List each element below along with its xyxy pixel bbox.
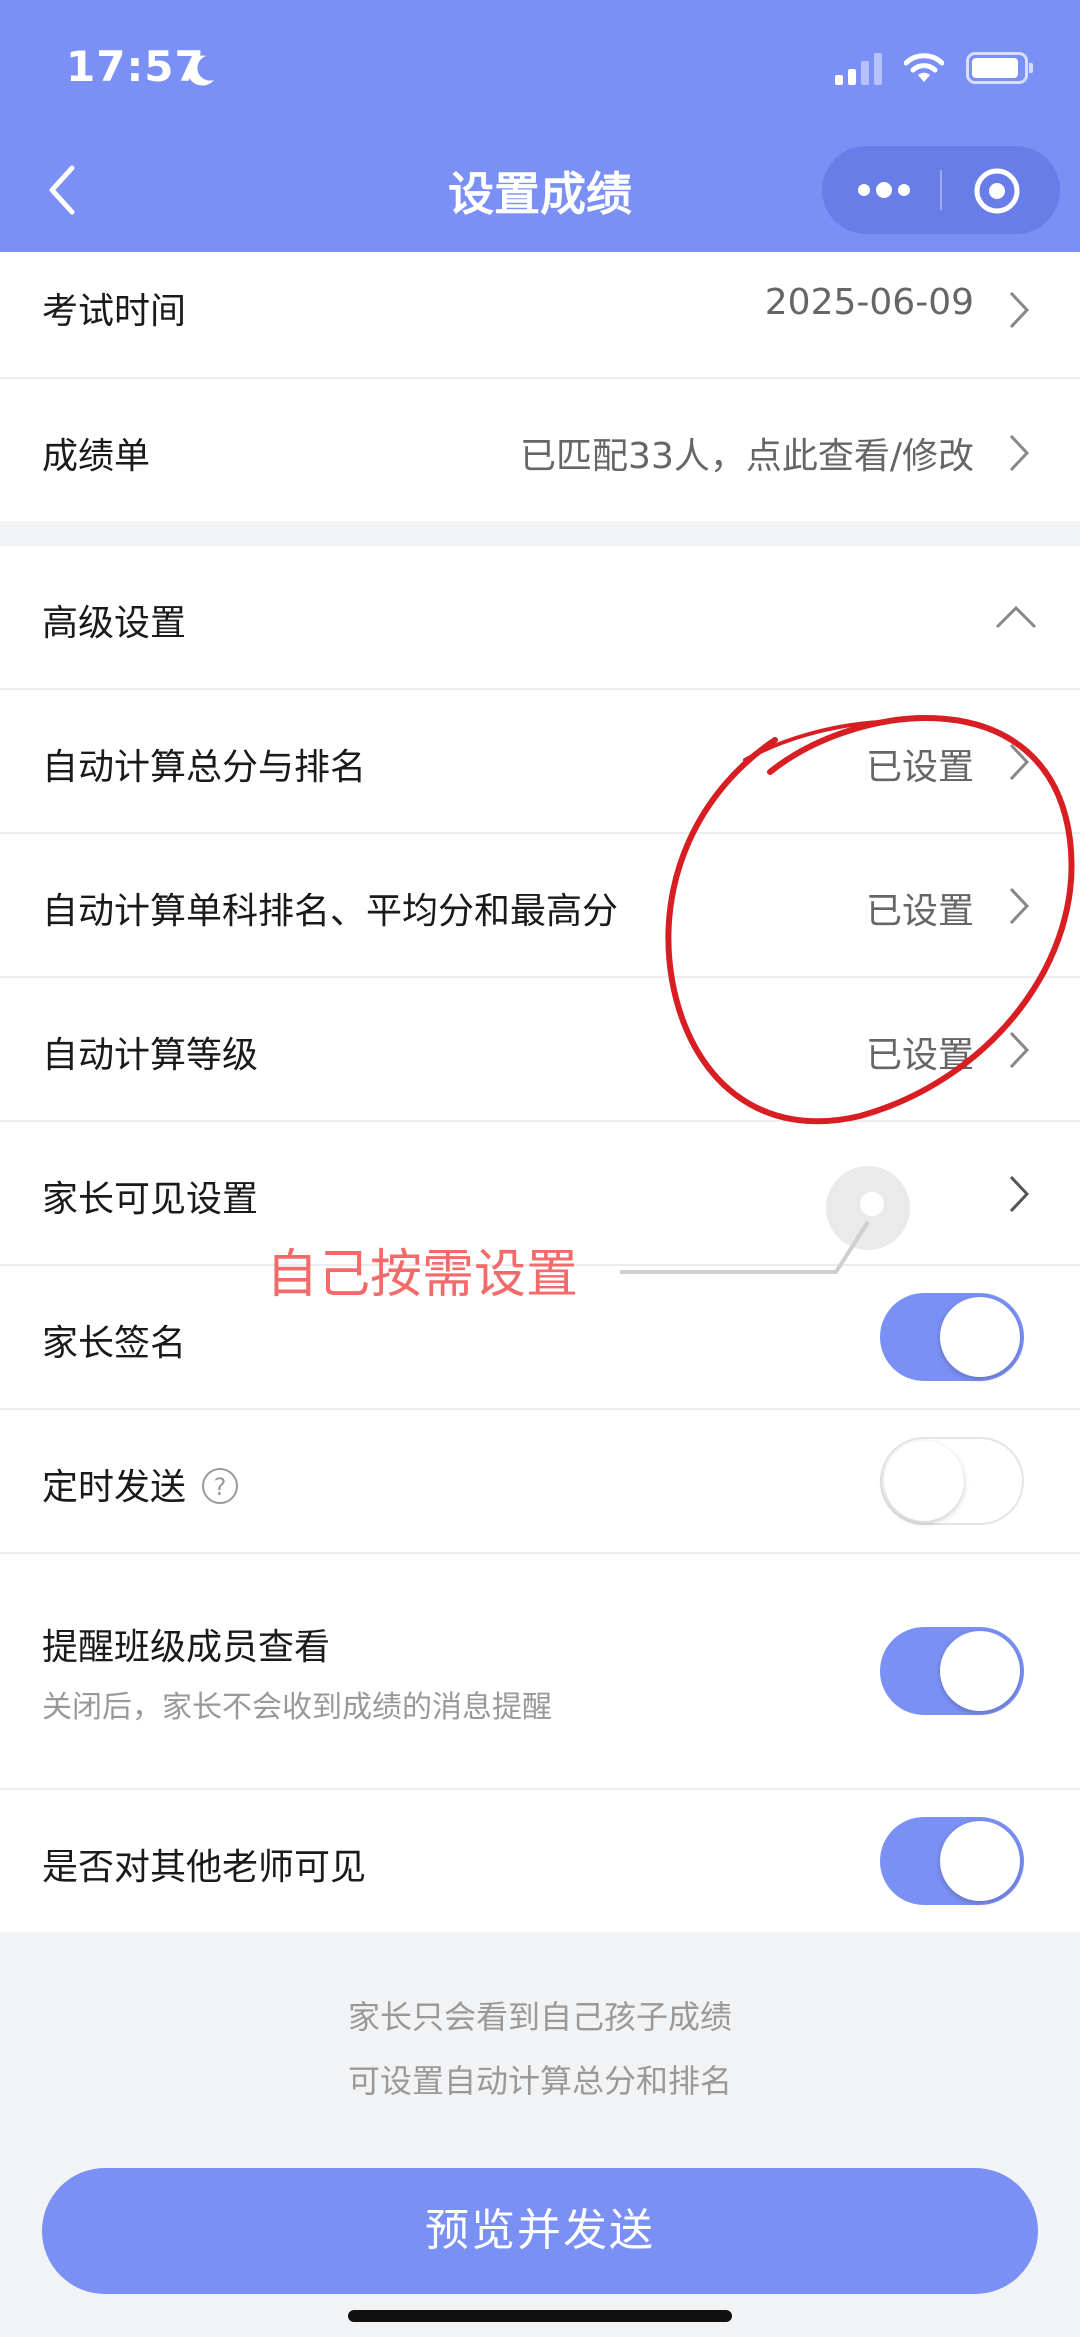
- footer-note-line1: 家长只会看到自己孩子成绩: [347, 1998, 732, 2036]
- auto-total-label: 自动计算总分与排名: [42, 747, 367, 788]
- more-options-icon[interactable]: [852, 174, 916, 206]
- chevron-right-icon: [1009, 291, 1030, 329]
- exam-time-value: 2025-06-09: [764, 282, 974, 323]
- auto-grade-row[interactable]: 自动计算等级 已设置: [0, 978, 1080, 1120]
- annotation-text: 自己按需设置: [266, 1245, 579, 1305]
- chevron-right-icon: [1009, 434, 1030, 472]
- nav-header: 17:57 设置成绩: [0, 0, 1080, 252]
- auto-grade-label: 自动计算等级: [42, 1035, 259, 1076]
- score-sheet-label: 成绩单: [42, 436, 151, 477]
- advanced-settings-row[interactable]: 高级设置: [0, 546, 1080, 688]
- exam-time-label: 考试时间: [42, 291, 187, 332]
- remind-members-label: 提醒班级成员查看: [42, 1627, 331, 1668]
- remind-members-toggle[interactable]: [880, 1627, 1024, 1715]
- auto-single-label: 自动计算单科排名、平均分和最高分: [42, 891, 619, 932]
- moon-icon: [187, 55, 214, 86]
- score-sheet-value: 已匹配33人，点此查看/修改: [520, 436, 974, 477]
- scheduled-send-toggle[interactable]: [880, 1437, 1024, 1525]
- visible-teachers-toggle[interactable]: [880, 1817, 1024, 1905]
- scheduled-send-label: 定时发送?: [42, 1458, 239, 1510]
- help-icon[interactable]: ?: [202, 1468, 239, 1504]
- chevron-right-icon: [1009, 743, 1030, 781]
- auto-total-value: 已设置: [865, 747, 974, 788]
- parent-sign-toggle[interactable]: [880, 1293, 1024, 1381]
- auto-single-value: 已设置: [865, 891, 974, 932]
- visible-teachers-label: 是否对其他老师可见: [42, 1847, 367, 1888]
- chevron-right-icon: [1009, 1031, 1030, 1069]
- chevron-right-icon: [1009, 1175, 1030, 1213]
- advanced-settings-label: 高级设置: [42, 603, 187, 644]
- parent-sign-label: 家长签名: [42, 1323, 187, 1364]
- visible-teachers-row: 是否对其他老师可见: [0, 1790, 1080, 1932]
- battery-icon: [966, 52, 1033, 84]
- capsule-divider: [940, 170, 942, 210]
- close-miniprogram-icon[interactable]: [972, 166, 1022, 216]
- parent-visible-label: 家长可见设置: [42, 1179, 259, 1220]
- scheduled-send-row: 定时发送?: [0, 1410, 1080, 1552]
- score-sheet-row[interactable]: 成绩单 已匹配33人，点此查看/修改: [0, 379, 1080, 521]
- status-icons: [835, 48, 1033, 88]
- auto-total-row[interactable]: 自动计算总分与排名 已设置: [0, 690, 1080, 832]
- auto-single-row[interactable]: 自动计算单科排名、平均分和最高分 已设置: [0, 834, 1080, 976]
- wifi-icon: [904, 53, 944, 82]
- home-indicator: [348, 2310, 732, 2322]
- footer-note-line2: 可设置自动计算总分和排名: [347, 2062, 732, 2100]
- mini-program-capsule: [822, 146, 1060, 234]
- remind-members-subtext: 关闭后，家长不会收到成绩的消息提醒: [42, 1690, 552, 1725]
- auto-grade-value: 已设置: [865, 1035, 974, 1076]
- remind-members-row: 提醒班级成员查看 关闭后，家长不会收到成绩的消息提醒: [0, 1554, 1080, 1788]
- chevron-right-icon: [1009, 887, 1030, 925]
- preview-send-button[interactable]: 预览并发送: [42, 2168, 1038, 2294]
- cellular-signal-icon: [835, 51, 882, 85]
- chevron-up-icon: [995, 605, 1037, 629]
- exam-time-row[interactable]: 考试时间 2025-06-09: [0, 252, 1080, 378]
